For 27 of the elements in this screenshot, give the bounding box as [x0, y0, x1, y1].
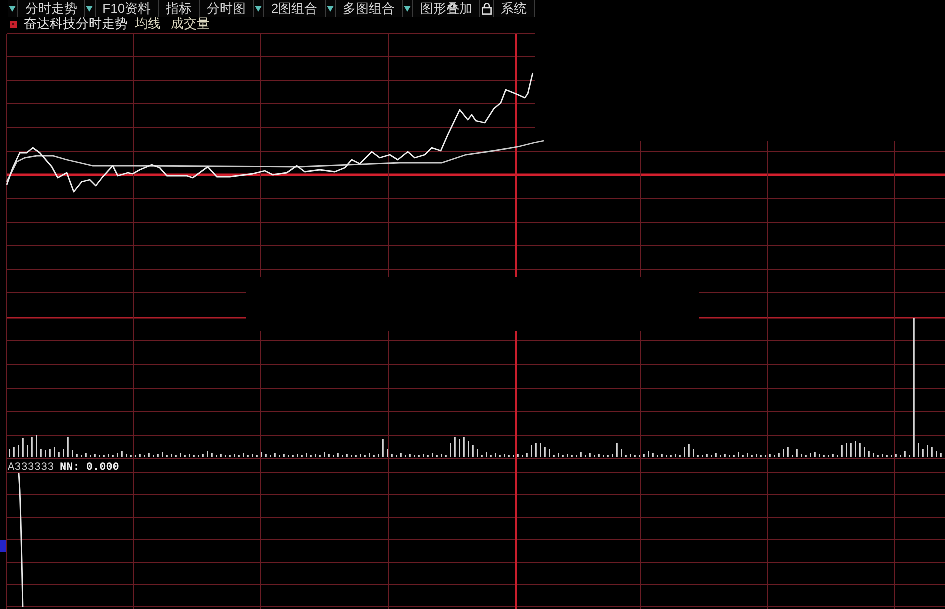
dropdown-button[interactable] [85, 0, 96, 17]
caret-icon [255, 6, 262, 12]
dropdown-button[interactable] [326, 0, 336, 17]
caret-icon [404, 6, 412, 12]
caret-icon [326, 6, 334, 12]
dropdown-button[interactable] [8, 0, 18, 17]
axis-marker-icon [0, 540, 6, 552]
indicator-name: A333333 [8, 462, 54, 474]
toolbar-button[interactable]: 指标 [159, 0, 200, 17]
chart-title: 奋达科技分时走势 [24, 17, 128, 31]
toolbar-button[interactable]: F10资料 [96, 0, 160, 17]
legend-label: 均线 [135, 17, 161, 31]
caret-icon [9, 6, 16, 12]
dropdown-button[interactable] [254, 0, 264, 17]
toolbar-button[interactable]: 图形叠加 [413, 0, 480, 17]
toolbar-button[interactable]: 系统 [494, 0, 535, 17]
toolbar-button[interactable]: 多图组合 [336, 0, 403, 17]
toolbar-button[interactable]: 分时走势 [18, 0, 86, 17]
lock-icon [482, 2, 492, 14]
lock-button[interactable] [480, 0, 494, 17]
square-icon [10, 20, 17, 28]
dropdown-button[interactable] [402, 0, 414, 17]
toolbar-button[interactable]: 分时图 [200, 0, 254, 17]
legend-label: 成交量 [171, 17, 210, 31]
caret-icon [86, 6, 94, 12]
indicator-reading: NN: 0.000 [60, 462, 120, 474]
toolbar-button[interactable]: 2图组合 [264, 0, 326, 17]
